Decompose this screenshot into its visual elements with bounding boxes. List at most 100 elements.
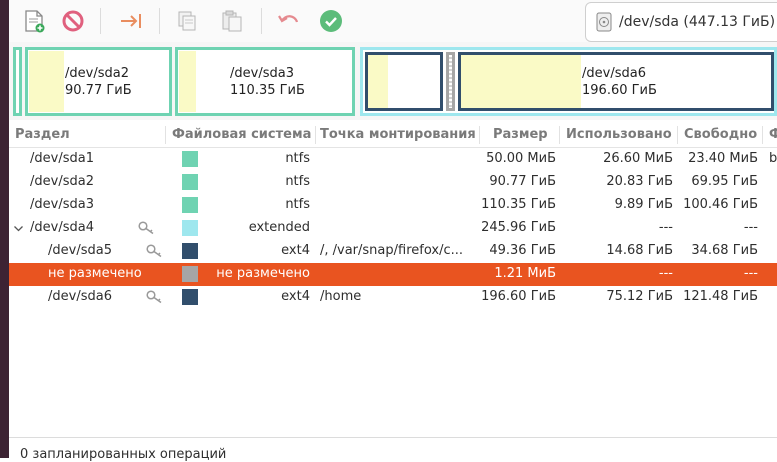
filesystem-color-swatch <box>182 266 198 282</box>
free-space: 34.68 ГиБ <box>691 243 758 258</box>
partition-size: 50.00 МиБ <box>486 151 556 166</box>
apply-button[interactable] <box>317 7 345 35</box>
free-space: --- <box>743 266 758 281</box>
filesystem-color-swatch <box>182 243 198 259</box>
partition-map: /dev/sda2 90.77 ГиБ /dev/sda3 110.35 ГиБ… <box>9 42 777 120</box>
used-space: 26.60 МиБ <box>603 151 673 166</box>
filesystem-type: extended <box>248 220 310 235</box>
map-sda2-size: 90.77 ГиБ <box>65 83 132 98</box>
paste-icon <box>222 10 242 32</box>
mount-point: /home <box>320 289 362 304</box>
map-sda6-name: /dev/sda6 <box>582 66 646 81</box>
filesystem-color-swatch <box>182 197 198 213</box>
filesystem-type: ext4 <box>281 243 310 258</box>
toolbar-separator <box>261 8 262 34</box>
used-space: 9.89 ГиБ <box>614 197 673 212</box>
used-space: --- <box>658 266 673 281</box>
free-space: 69.95 ГиБ <box>691 174 758 189</box>
filesystem-color-swatch <box>182 289 198 305</box>
free-space: 100.46 ГиБ <box>683 197 758 212</box>
resize-move-button[interactable] <box>117 7 145 35</box>
partition-map-sda4-extended[interactable]: /dev/sda6 196.60 ГиБ <box>360 47 777 116</box>
delete-partition-button[interactable] <box>59 7 87 35</box>
paste-button[interactable] <box>218 7 246 35</box>
pending-operations-status: 0 запланированных операций <box>20 447 227 462</box>
device-selector[interactable]: /dev/sda (447.13 ГиБ) <box>585 2 777 42</box>
column-header-used[interactable]: Использовано <box>566 127 672 142</box>
filesystem-type: ntfs <box>285 197 310 212</box>
partition-size: 49.36 ГиБ <box>489 243 556 258</box>
used-space: 14.68 ГиБ <box>606 243 673 258</box>
partition-name: /dev/sda1 <box>30 151 94 166</box>
undo-button[interactable] <box>275 7 303 35</box>
column-separator <box>762 126 763 144</box>
filesystem-type: не размечено <box>216 266 310 281</box>
partition-map-unallocated[interactable] <box>446 52 455 111</box>
key-icon <box>146 244 162 258</box>
column-header-mountpoint[interactable]: Точка монтирования <box>320 127 476 142</box>
used-space: 20.83 ГиБ <box>606 174 673 189</box>
map-sda3-size: 110.35 ГиБ <box>230 83 305 98</box>
column-header-filesystem[interactable]: Файловая система <box>172 127 311 142</box>
free-space: 23.40 МиБ <box>688 151 758 166</box>
partition-map-sda2[interactable]: /dev/sda2 90.77 ГиБ <box>25 47 172 116</box>
filesystem-color-swatch <box>182 151 198 167</box>
partition-size: 245.96 ГиБ <box>481 220 556 235</box>
device-label: /dev/sda (447.13 ГиБ) <box>619 14 776 30</box>
filesystem-color-swatch <box>182 220 198 236</box>
partition-name: не размечено <box>48 266 142 281</box>
column-header-size[interactable]: Размер <box>493 127 548 142</box>
status-separator <box>9 437 777 438</box>
used-space-fill <box>179 51 196 112</box>
new-document-icon <box>25 10 45 33</box>
free-space: --- <box>743 220 758 235</box>
toolbar-separator <box>100 8 101 34</box>
partition-size: 196.60 ГиБ <box>481 289 556 304</box>
table-row[interactable]: /dev/sda2 ntfs 90.77 ГиБ 20.83 ГиБ 69.95… <box>9 171 777 194</box>
partition-flags: b <box>769 151 777 166</box>
undo-icon <box>278 15 299 23</box>
table-header: Раздел Файловая система Точка монтирован… <box>9 122 777 148</box>
column-header-free[interactable]: Свободно <box>684 127 757 142</box>
copy-icon <box>178 11 196 31</box>
column-separator <box>165 126 166 144</box>
map-sda6-size: 196.60 ГиБ <box>582 83 657 98</box>
filesystem-type: ext4 <box>281 289 310 304</box>
desktop-edge <box>0 0 9 458</box>
partition-size: 90.77 ГиБ <box>489 174 556 189</box>
partition-name: /dev/sda6 <box>48 289 112 304</box>
column-header-partition[interactable]: Раздел <box>15 127 70 142</box>
column-header-flags[interactable]: Ф <box>769 127 777 142</box>
key-icon <box>146 290 162 304</box>
free-space: 121.48 ГиБ <box>683 289 758 304</box>
used-space-fill <box>29 51 64 112</box>
column-separator <box>559 126 560 144</box>
partition-name: /dev/sda5 <box>48 243 112 258</box>
map-sda3-name: /dev/sda3 <box>230 66 294 81</box>
partition-map-sda3[interactable]: /dev/sda3 110.35 ГиБ <box>175 47 355 116</box>
table-row[interactable]: /dev/sda3 ntfs 110.35 ГиБ 9.89 ГиБ 100.4… <box>9 194 777 217</box>
table-row[interactable]: /dev/sda6 ext4 /home 196.60 ГиБ 75.12 Ги… <box>9 286 777 309</box>
new-partition-button[interactable] <box>20 7 48 35</box>
resize-arrow-icon <box>121 14 141 28</box>
partition-map-sda5[interactable] <box>365 52 443 111</box>
filesystem-color-swatch <box>182 174 198 190</box>
table-row[interactable]: /dev/sda4 extended 245.96 ГиБ --- --- <box>9 217 777 240</box>
used-space-fill <box>461 55 581 108</box>
table-row[interactable]: /dev/sda5 ext4 /, /var/snap/firefox/c...… <box>9 240 777 263</box>
hard-drive-icon <box>596 12 612 32</box>
chevron-down-icon[interactable] <box>13 223 24 234</box>
used-space: 75.12 ГиБ <box>606 289 673 304</box>
partition-map-sda6[interactable]: /dev/sda6 196.60 ГиБ <box>458 52 774 111</box>
partition-name: /dev/sda3 <box>30 197 94 212</box>
toolbar: /dev/sda (447.13 ГиБ) <box>9 0 777 42</box>
used-space: --- <box>658 220 673 235</box>
table-row[interactable]: /dev/sda1 ntfs 50.00 МиБ 26.60 МиБ 23.40… <box>9 148 777 171</box>
partition-name: /dev/sda2 <box>30 174 94 189</box>
copy-button[interactable] <box>173 7 201 35</box>
column-separator <box>315 126 316 144</box>
filesystem-type: ntfs <box>285 174 310 189</box>
table-row-selected[interactable]: не размечено не размечено 1.21 МиБ --- -… <box>9 263 777 286</box>
map-sda2-name: /dev/sda2 <box>65 66 129 81</box>
partition-map-sda1[interactable] <box>13 47 22 116</box>
